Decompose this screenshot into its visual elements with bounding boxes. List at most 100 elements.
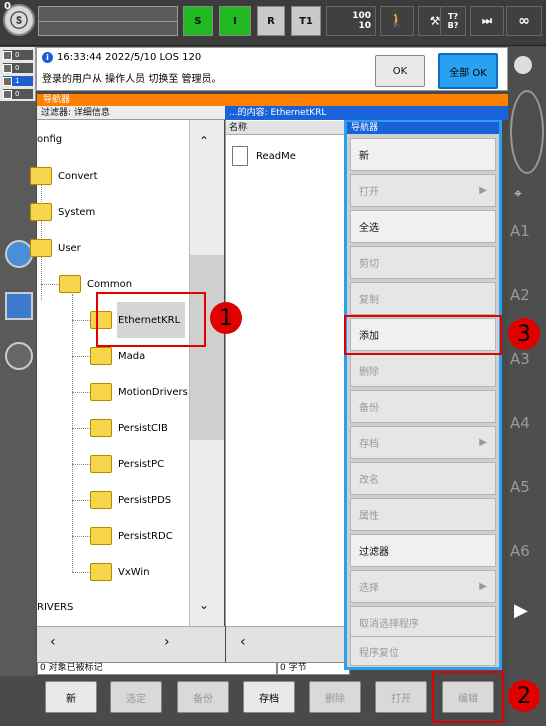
axis-a4-label[interactable]: A4 — [510, 414, 530, 432]
mode-t1-button[interactable]: T1 — [291, 6, 321, 36]
robot-view-icon[interactable] — [5, 292, 33, 320]
softkey-backup-button[interactable]: 备份 — [177, 681, 229, 713]
walking-man-icon[interactable]: 🚶 — [380, 6, 414, 36]
menu-item-select-all[interactable]: 全选 — [350, 210, 496, 243]
gear-icon[interactable] — [5, 240, 33, 268]
file-column-header[interactable]: 名称 — [226, 121, 350, 135]
menu-item-deselect-program[interactable]: 取消选择程序 — [350, 606, 496, 639]
file-list[interactable] — [225, 120, 350, 626]
override-speed-button[interactable]: 100 10 — [326, 6, 376, 36]
tree-scroll-thumb[interactable] — [190, 255, 224, 440]
menu-item-label: 过滤器 — [359, 547, 389, 558]
message-timestamp: 16:33:44 2022/5/10 LOS 120 — [57, 52, 202, 63]
tree-item-label: VxWin — [118, 566, 150, 578]
menu-item-copy[interactable]: 复制 — [350, 282, 496, 315]
tree-item-label: RIVERS — [37, 602, 74, 613]
tree-horizontal-scrollbar[interactable] — [37, 626, 225, 662]
program-run-mode-icon[interactable]: ⏭ — [470, 6, 504, 36]
incremental-infinity-button[interactable]: ∞ — [506, 6, 542, 36]
menu-item-rename[interactable]: 改名 — [350, 462, 496, 495]
softkey-delete-button[interactable]: 删除 — [309, 681, 361, 713]
tool-base-indicator[interactable]: T? B? — [440, 6, 466, 36]
light-1: 0 — [3, 50, 33, 60]
tree-item-common[interactable]: Common — [59, 275, 132, 293]
tree-item-label: PersistRDC — [118, 530, 173, 542]
menu-item-reset-program[interactable]: 程序复位 — [350, 636, 496, 666]
menu-item-label: 选择 — [359, 583, 379, 594]
softkey-select-button[interactable]: 选定 — [110, 681, 162, 713]
globe-icon[interactable] — [514, 56, 532, 74]
tree-item-config[interactable]: onfig — [37, 134, 62, 145]
document-icon — [232, 146, 248, 166]
chevron-left-icon[interactable]: ‹ — [240, 634, 246, 650]
tree-line — [72, 392, 90, 393]
menu-item-select[interactable]: 选择 ▶ — [350, 570, 496, 603]
menu-item-properties[interactable]: 属性 — [350, 498, 496, 531]
menu-item-filter[interactable]: 过滤器 — [350, 534, 496, 567]
coordinate-system-icon[interactable]: ⌖ — [514, 186, 522, 202]
chevron-up-icon[interactable]: ⌃ — [199, 134, 209, 148]
ok-all-button[interactable]: 全部 OK — [438, 53, 498, 89]
tree-item-persistpc[interactable]: PersistPC — [90, 455, 164, 473]
axis-a1-label[interactable]: A1 — [510, 222, 530, 240]
menu-item-label: 备份 — [359, 403, 379, 414]
tree-line — [72, 572, 90, 573]
submenu-arrow-icon: ▶ — [479, 437, 487, 448]
chevron-left-icon[interactable]: ‹ — [50, 634, 56, 650]
tree-item-label: MotionDrivers — [118, 386, 188, 398]
softkey-archive-button[interactable]: 存档 — [243, 681, 295, 713]
jog-ring-icon[interactable] — [510, 90, 544, 174]
tree-item-persistpds[interactable]: PersistPDS — [90, 491, 171, 509]
tree-item-persistrdc[interactable]: PersistRDC — [90, 527, 173, 545]
light-3: 1 — [3, 76, 33, 86]
menu-item-label: 属性 — [359, 511, 379, 522]
tree-item-convert[interactable]: Convert — [30, 167, 98, 185]
tree-line — [72, 428, 90, 429]
tree-item-system[interactable]: System — [30, 203, 95, 221]
menu-item-cut[interactable]: 剪切 — [350, 246, 496, 279]
folder-icon — [90, 347, 112, 365]
menu-item-delete[interactable]: 删除 — [350, 354, 496, 387]
tree-line — [72, 500, 90, 501]
play-icon[interactable]: ▶ — [514, 600, 528, 621]
robot-status-button[interactable]: R — [257, 6, 285, 36]
tree-line — [72, 536, 90, 537]
chevron-down-icon[interactable]: ⌄ — [199, 598, 209, 612]
axis-a2-label[interactable]: A2 — [510, 286, 530, 304]
status-lights-panel: 0 0 1 0 — [0, 47, 36, 101]
ok-button[interactable]: OK — [375, 55, 425, 87]
softkey-new-button[interactable]: 新 — [45, 681, 97, 713]
tree-item-user[interactable]: User — [30, 239, 81, 257]
info-icon: i — [42, 52, 53, 63]
submenu-arrow-icon: ▶ — [479, 581, 487, 592]
tool-label: T? — [447, 12, 459, 21]
user-group-icon[interactable] — [5, 342, 33, 370]
left-tool-panel — [0, 101, 36, 681]
menu-item-new[interactable]: 新 — [350, 138, 496, 171]
menu-item-archive[interactable]: 存档 ▶ — [350, 426, 496, 459]
drives-status-button[interactable]: I — [219, 6, 251, 36]
menu-item-open[interactable]: 打开 ▶ — [350, 174, 496, 207]
tree-item-label: Common — [87, 278, 133, 290]
softkey-open-button[interactable]: 打开 — [375, 681, 427, 713]
tree-item-persistcib[interactable]: PersistCIB — [90, 419, 168, 437]
folder-icon — [90, 491, 112, 509]
tree-item-drivers[interactable]: RIVERS — [37, 602, 73, 613]
chevron-right-icon[interactable]: › — [164, 634, 170, 650]
submit-status-button[interactable]: S — [183, 6, 213, 36]
directory-tree[interactable] — [37, 120, 189, 626]
axis-a6-label[interactable]: A6 — [510, 542, 530, 560]
file-item-readme[interactable]: ReadMe — [232, 146, 296, 166]
program-status-box[interactable] — [38, 6, 178, 36]
tree-item-motiondrivers[interactable]: MotionDrivers — [90, 383, 188, 401]
axis-a5-label[interactable]: A5 — [510, 478, 530, 496]
axis-a3-label[interactable]: A3 — [510, 350, 530, 368]
status-bytes: 0 字节 — [277, 662, 350, 675]
tree-item-label: Mada — [118, 350, 146, 362]
tree-item-mada[interactable]: Mada — [90, 347, 145, 365]
menu-item-backup[interactable]: 备份 — [350, 390, 496, 423]
tree-item-label: PersistPC — [118, 458, 165, 470]
folder-icon — [59, 275, 81, 293]
submenu-arrow-icon: ▶ — [479, 185, 487, 196]
tree-item-vxwin[interactable]: VxWin — [90, 563, 150, 581]
